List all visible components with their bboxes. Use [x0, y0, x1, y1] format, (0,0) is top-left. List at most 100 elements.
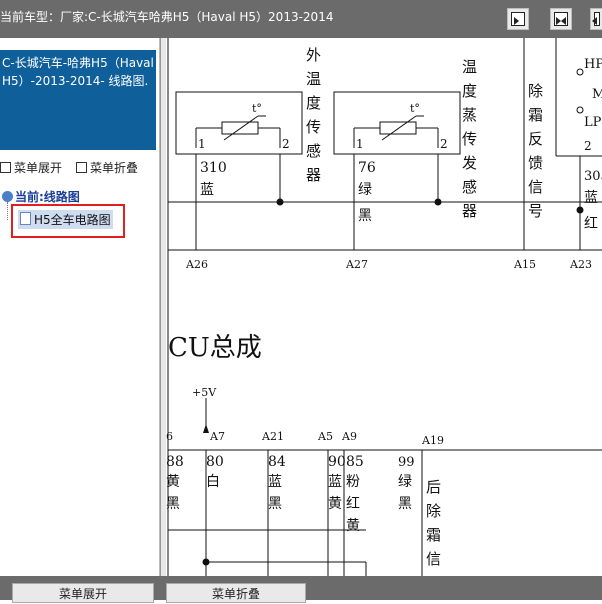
wire-90-colors: 蓝黄 — [328, 474, 342, 512]
v-feedback-char: 信 — [528, 178, 543, 196]
panel-split-button[interactable] — [550, 8, 572, 30]
v-a19-char: 后 — [426, 478, 441, 496]
expand-box-icon — [0, 162, 11, 173]
wire-85: 85 — [346, 454, 364, 470]
panel-right-button[interactable] — [507, 8, 529, 30]
c84-char: 蓝 — [268, 474, 282, 490]
wire-90: 90 — [328, 454, 346, 470]
v-sensor1-char: 器 — [306, 166, 321, 184]
model-heading: C-长城汽车-哈弗H5（Haval H5）-2013-2014- 线路图. — [0, 50, 156, 150]
sidebar: C-长城汽车-哈弗H5（Haval H5）-2013-2014- 线路图. 菜单… — [0, 38, 160, 576]
right-label-m: M — [592, 87, 602, 102]
bottom-expand-button[interactable]: 菜单展开 — [12, 583, 154, 603]
wire-310: 310 — [200, 160, 227, 176]
wiring-diagram: 外温度传感器 温度蒸传发感器 除霜反馈信号 后除霜信 t° t° 1 2 1 2… — [166, 38, 602, 576]
menu-collapse-link[interactable]: 菜单折叠 — [76, 159, 138, 176]
wire-310-color: 蓝 — [200, 182, 214, 198]
wire-76-color2: 黑 — [358, 208, 372, 224]
v-a19-char: 除 — [426, 502, 441, 520]
evaporator-temp-sensor-label: 温度蒸传发感器 — [462, 58, 477, 220]
user-icon — [2, 191, 13, 202]
wire-76-color1: 绿 — [358, 182, 372, 198]
c99-char: 黑 — [398, 496, 412, 512]
sensor1-pin1: 1 — [198, 137, 206, 151]
v-feedback-char: 馈 — [528, 154, 543, 172]
top-toolbar: 当前车型：厂家:C-长城汽车哈弗H5（Haval H5）2013-2014 — [0, 0, 602, 38]
c88-char: 黑 — [166, 496, 180, 512]
right-label-lp: LP — [584, 115, 602, 130]
c80-char: 白 — [206, 474, 220, 490]
wire-305-color2: 红 — [584, 216, 598, 232]
right-label-hp: HP — [584, 57, 602, 72]
wire-99-colors: 绿黑 — [398, 474, 412, 512]
tree-connector — [7, 202, 9, 220]
panel-left-button[interactable] — [590, 8, 602, 30]
sensor1-pin2: 2 — [282, 137, 290, 151]
arrow-right-icon — [511, 12, 525, 26]
bottom-toolbar: 菜单展开 菜单折叠 — [0, 576, 602, 603]
connector-a7: A7 — [209, 430, 225, 443]
v-feedback-char: 霜 — [528, 106, 543, 124]
connector-a21: A21 — [261, 430, 284, 443]
wire-85-colors: 粉红黄 — [346, 474, 360, 534]
bottom-collapse-button[interactable]: 菜单折叠 — [166, 583, 306, 603]
v-sensor2-char: 器 — [462, 202, 477, 220]
connector-a9: A9 — [341, 430, 357, 443]
c99-char: 绿 — [398, 474, 412, 490]
section-title: CU总成 — [168, 333, 262, 363]
v-sensor1-char: 度 — [306, 94, 321, 112]
sensor2-symbol: t° — [410, 102, 420, 115]
collapse-box-icon — [76, 162, 87, 173]
wire-305-color1: 蓝 — [584, 190, 598, 206]
c84-char: 黑 — [268, 496, 282, 512]
v-sensor2-char: 温 — [462, 58, 477, 76]
tree-root[interactable]: 当前:线路图 — [2, 188, 80, 205]
outdoor-temp-sensor-label: 外温度传感器 — [306, 46, 321, 184]
wire-99: 99 — [398, 455, 415, 470]
arrows-split-icon — [554, 12, 568, 26]
v-feedback-char: 反 — [528, 130, 543, 148]
v-sensor1-char: 温 — [306, 70, 321, 88]
wire-84-colors: 蓝黑 — [268, 474, 282, 512]
right-pin-2: 2 — [584, 139, 592, 153]
c85-char: 黄 — [346, 517, 360, 534]
wire-305: 305 — [584, 169, 602, 184]
document-icon — [20, 212, 31, 225]
sensor1-symbol: t° — [252, 102, 262, 115]
arrow-left-icon — [592, 12, 600, 26]
current-model-title: 当前车型：厂家:C-长城汽车哈弗H5（Haval H5）2013-2014 — [0, 10, 334, 24]
v-sensor2-char: 传 — [462, 130, 477, 148]
c88-char: 黄 — [166, 473, 180, 490]
menu-expand-link[interactable]: 菜单展开 — [0, 159, 62, 176]
c90-char: 蓝 — [328, 474, 342, 490]
v-sensor2-char: 度 — [462, 82, 477, 100]
rear-defrost-signal-label: 后除霜信 — [426, 478, 441, 568]
wire-88: 88 — [166, 454, 184, 470]
c85-char: 粉 — [346, 474, 360, 490]
v-sensor2-char: 蒸 — [462, 106, 477, 124]
wiring-diagram-view[interactable]: 外温度传感器 温度蒸传发感器 除霜反馈信号 后除霜信 t° t° 1 2 1 2… — [166, 38, 602, 576]
sensor2-pin1: 1 — [356, 137, 364, 151]
connector-a26: A26 — [185, 258, 208, 271]
v-a19-char: 霜 — [426, 526, 441, 544]
connector-a23: A23 — [569, 258, 592, 271]
v-sensor1-char: 传 — [306, 118, 321, 136]
v-feedback-char: 号 — [528, 202, 543, 220]
c85-char: 红 — [346, 496, 360, 512]
v-feedback-char: 除 — [528, 82, 543, 100]
v-a19-char: 信 — [426, 550, 441, 568]
sensor2-pin2: 2 — [440, 137, 448, 151]
v-sensor1-char: 外 — [306, 46, 321, 64]
c90-char: 黄 — [328, 495, 342, 512]
connector-a5: A5 — [317, 430, 333, 443]
voltage-label: +5V — [192, 386, 217, 399]
tree-item-h5-diagram[interactable]: H5全车电路图 — [18, 210, 113, 229]
connector-a27: A27 — [345, 258, 368, 271]
v-sensor2-char: 发 — [462, 154, 477, 172]
connector-a15: A15 — [513, 258, 536, 271]
wire-76: 76 — [358, 160, 376, 176]
v-sensor2-char: 感 — [462, 178, 477, 196]
v-sensor1-char: 感 — [306, 142, 321, 160]
wire-80: 80 — [206, 454, 224, 470]
connector-a19: A19 — [421, 434, 444, 447]
